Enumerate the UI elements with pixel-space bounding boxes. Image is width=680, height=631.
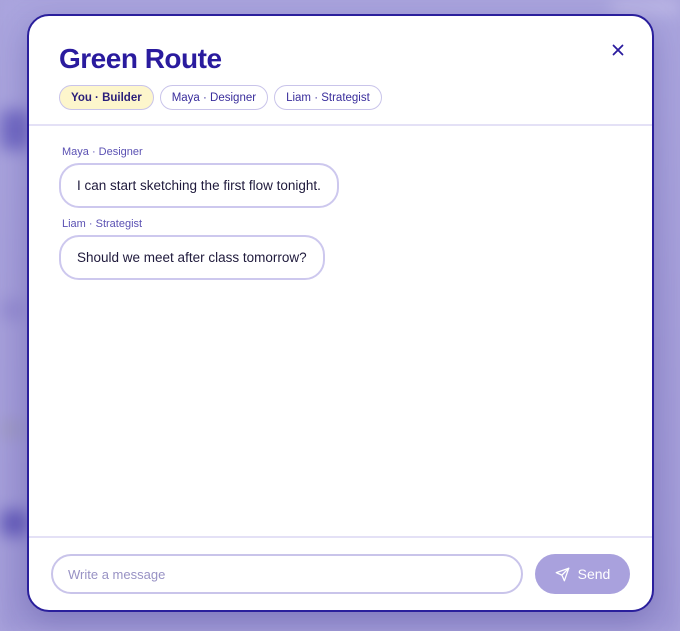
send-label: Send <box>577 566 611 582</box>
participant-chip-you[interactable]: You · Builder <box>59 85 154 110</box>
message-sender: Liam · Strategist <box>62 218 143 230</box>
message-composer: Send <box>29 536 652 610</box>
message-bubble: Should we meet after class tomorrow? <box>59 235 325 280</box>
message-sender: Maya · Designer <box>62 146 143 158</box>
message-list: Maya · Designer I can start sketching th… <box>29 126 652 536</box>
participant-chips: You · Builder Maya · Designer Liam · Str… <box>59 85 382 110</box>
dialog-header: Green Route You · Builder Maya · Designe… <box>29 16 652 126</box>
background-shape <box>0 420 24 438</box>
background-shape <box>610 0 680 14</box>
message-bubble: I can start sketching the first flow ton… <box>59 163 339 208</box>
message-item: Liam · Strategist Should we meet after c… <box>59 218 622 280</box>
message-item: Maya · Designer I can start sketching th… <box>59 146 622 208</box>
participant-chip-liam[interactable]: Liam · Strategist <box>274 85 382 110</box>
paper-plane-icon <box>555 567 570 582</box>
chat-dialog: Green Route You · Builder Maya · Designe… <box>27 14 654 612</box>
send-button[interactable]: Send <box>535 554 630 594</box>
background-shape <box>0 110 30 150</box>
dialog-title: Green Route <box>59 43 222 74</box>
background-shape <box>0 300 24 320</box>
message-input[interactable] <box>51 554 523 594</box>
background-shape <box>0 510 28 536</box>
close-button[interactable] <box>606 38 630 62</box>
participant-chip-maya[interactable]: Maya · Designer <box>159 85 269 110</box>
close-icon <box>612 44 624 56</box>
